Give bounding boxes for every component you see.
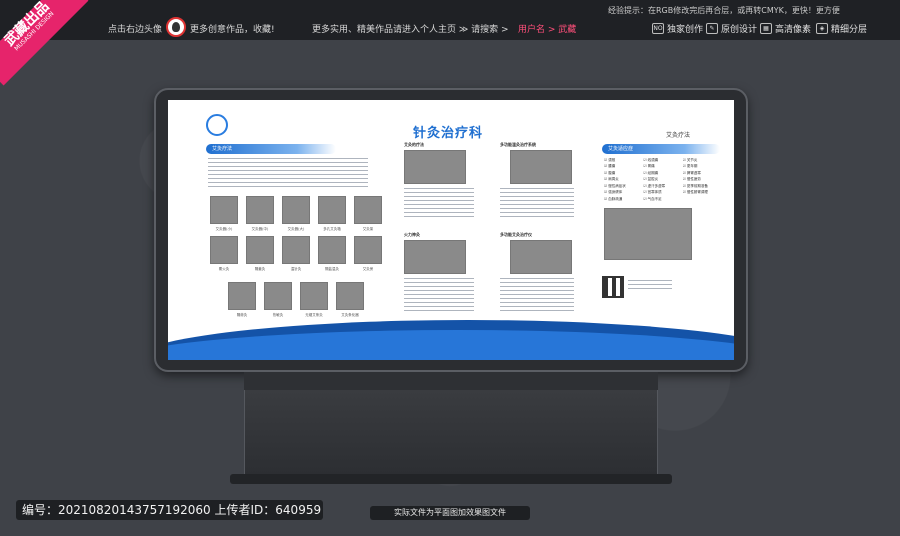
image-placeholder [404,150,466,184]
indication-item: ☑ 更年期 [682,164,698,169]
image-placeholder [228,282,256,310]
qr-caption-text [628,280,672,292]
image-placeholder [210,236,238,264]
author-avatar[interactable] [166,17,186,37]
mid-section-text [404,188,474,218]
caption: 艾灸器(大) [287,227,305,231]
badge-original: ✎ 原创设计 [706,22,757,35]
indication-item: ☑ 慢性肠胃调理 [682,190,708,195]
image-placeholder [510,150,572,184]
image-placeholder [246,196,274,224]
indications-list: ☑ 颈椎 ☑ 线颈痛 ☑ 关节炎 ☑ 腰痛 ☑ 胃痛 ☑ 更年期 ☑ 腹痛 ☑ 经期痛 ☑ 脾胃… [604,158,720,202]
caption: 温针灸 [290,267,302,271]
mid-section-title: 艾灸的疗法 [404,142,424,147]
indication-item: ☑ 胃痛 [643,164,655,169]
caption: 艾灸器(中) [251,227,269,231]
panel-subtitle: 艾灸疗法 [666,132,691,139]
caption: 隔蒜灸 [236,313,248,317]
image-placeholder [354,236,382,264]
mid-section-text [500,278,574,312]
indication-item: ☑ 慢性病症状 [604,183,626,188]
right-section-header: 艾灸适应症 [602,144,720,154]
mid-section-title: 火力神灸 [404,232,420,237]
indication-item: ☑ 盆腔炎 [643,177,659,182]
indication-item: ☑ 经期痛 [643,170,659,175]
image-placeholder [318,236,346,264]
mid-section-text [404,278,474,312]
badge-hd: ▦ 高清像素 [760,22,811,35]
grid-icon: ▦ [760,23,772,34]
no-icon: NO [652,23,664,34]
image-placeholder [604,208,692,260]
left-section-text [208,158,368,188]
stand-base [230,474,672,484]
indication-item: ☑ 腰痛 [604,164,616,169]
caption: 热敏灸 [272,313,284,317]
indication-item: ☑ 虚汗多虚寒 [643,183,666,188]
indication-item: ☑ 气血不足 [643,196,662,201]
badge-label: 原创设计 [721,25,758,35]
image-placeholder [404,240,466,274]
upload-info: 编号：20210820143757192060 上传者ID：640959 [16,500,323,520]
mid-section-title: 多功能温灸治疗系统 [500,142,536,147]
image-placeholder [300,282,328,310]
image-placeholder [282,196,310,224]
billboard-panel[interactable]: 针灸治疗科 艾灸疗法 艾灸疗法 艾灸器(小) 艾灸器(中) 艾灸器(大) 多孔艾… [168,100,734,360]
panel-title: 针灸治疗科 [413,126,484,141]
file-note: 实际文件为平面图加效果图文件 [370,506,530,520]
more-works-text: 更多创意作品，收藏! [190,25,275,35]
experience-tip: 经验提示：在RGB修改完后再合层，或再转CMYK，更快！更方便 [608,6,840,15]
indication-item: ☑ 强身健体 [604,190,623,195]
caption: 多孔艾灸箱 [323,227,341,231]
caption: 隔盐温灸 [325,267,339,271]
indication-item: ☑ 血脉疏通 [604,196,623,201]
caption: 覆火灸 [218,267,230,271]
hospital-logo-icon [206,114,228,136]
badge-label: 高清像素 [775,25,812,35]
badge-layers: ◈ 精细分层 [816,22,867,35]
mid-section-title: 多功能艾灸治疗仪 [500,232,532,237]
pen-icon: ✎ [706,23,718,34]
caption: 艾灸房 [362,267,374,271]
left-section-header: 艾灸疗法 [206,144,336,154]
badge-exclusive: NO 独家创作 [652,22,703,35]
image-placeholder [264,282,292,310]
username-link[interactable]: 用户名 > 武藏 [518,22,576,35]
image-placeholder [282,236,310,264]
caption: 艾灸器(小) [215,227,233,231]
badge-label: 精细分层 [831,25,868,35]
image-placeholder [246,236,274,264]
layers-icon: ◈ [816,23,828,34]
badge-label: 独家创作 [667,25,704,35]
indication-item: ☑ 线颈痛 [643,158,659,162]
mid-section-text [500,188,574,218]
image-placeholder [510,240,572,274]
indication-item: ☑ 脾胃虚寒 [682,170,701,175]
caption: 艾灸条化器 [341,313,359,317]
image-placeholder [336,282,364,310]
indication-item: ☑ 夏季前期准备 [682,183,708,188]
image-placeholder [354,196,382,224]
indication-item: ☑ 宫寒体质 [643,190,662,195]
indication-item: ☑ 关节炎 [682,158,698,162]
image-placeholder [210,196,238,224]
stand-body [244,390,658,476]
more-practical-text: 更多实用、精美作品请进入个人主页 ≫ 请搜索 > [312,25,509,35]
caption: 隔姜灸 [254,267,266,271]
indication-item: ☑ 颈椎 [604,158,616,162]
caption: 艾灸架 [362,227,374,231]
indication-item: ☑ 肩周炎 [604,177,619,182]
indication-item: ☑ 慢性疲劳 [682,177,701,182]
caption: 无烟艾条灸 [305,313,323,317]
click-avatar-text: 点击右边头像 [108,25,163,35]
qr-code-icon[interactable] [602,276,624,298]
image-placeholder [318,196,346,224]
indication-item: ☑ 腹痛 [604,170,616,175]
top-bar: 武藏出品 MUSASHI DESIGN 点击右边头像 更多创意作品，收藏! 更多… [0,0,900,86]
